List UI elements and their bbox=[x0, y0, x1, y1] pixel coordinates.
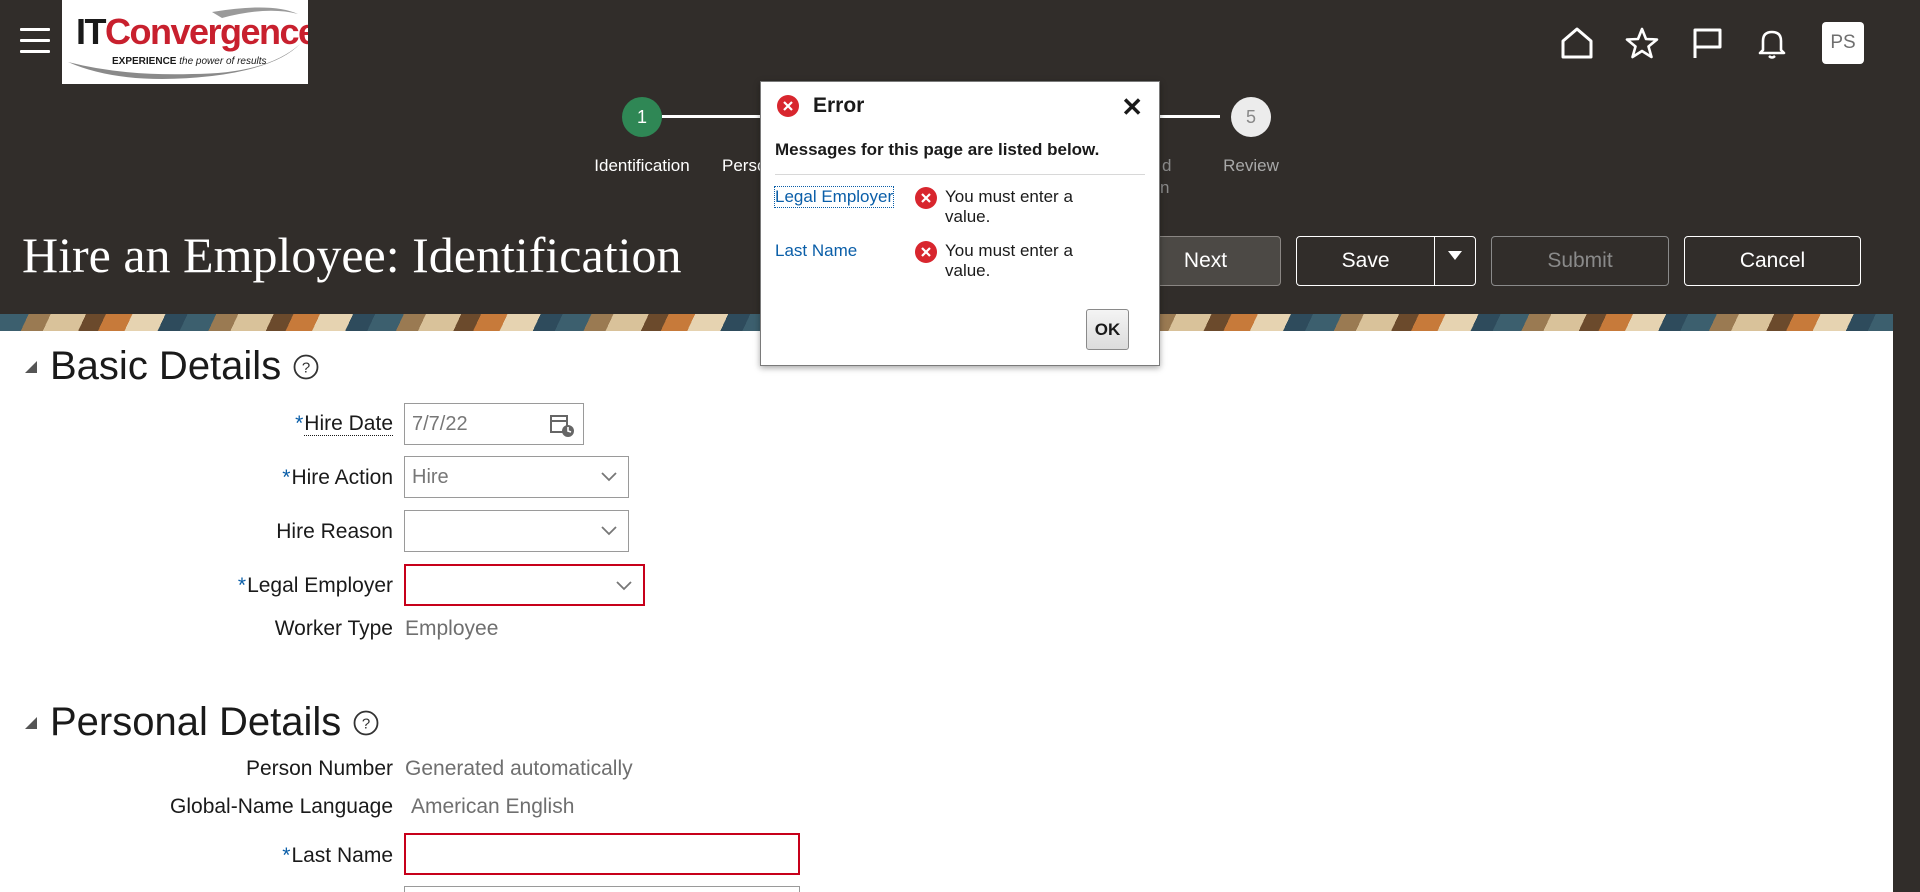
help-icon[interactable]: ? bbox=[293, 354, 319, 380]
global-name-language-label: Global-Name Language bbox=[170, 795, 393, 818]
train-step-5[interactable]: 5 bbox=[1231, 97, 1271, 137]
legal-employer-error-link[interactable]: Legal Employer bbox=[773, 186, 895, 208]
save-button[interactable]: Save bbox=[1297, 237, 1436, 285]
section-title: Basic Details bbox=[50, 344, 282, 388]
last-name-input[interactable] bbox=[404, 833, 800, 875]
error-dialog: Error ✕ Messages for this page are liste… bbox=[760, 81, 1160, 366]
last-name-label: *Last Name bbox=[282, 844, 393, 867]
close-icon[interactable]: ✕ bbox=[1121, 94, 1143, 120]
cancel-button[interactable]: Cancel bbox=[1684, 236, 1861, 286]
error-icon bbox=[915, 241, 937, 263]
error-message-text: You must enter a value. bbox=[945, 187, 1073, 226]
train-step-1[interactable]: 1 bbox=[622, 97, 662, 137]
collapse-triangle-icon[interactable] bbox=[24, 716, 38, 730]
page-title: Hire an Employee: Identification bbox=[22, 227, 682, 283]
calendar-icon[interactable] bbox=[549, 412, 575, 438]
home-icon[interactable] bbox=[1557, 23, 1597, 63]
help-icon[interactable]: ? bbox=[353, 710, 379, 736]
svg-text:?: ? bbox=[362, 715, 370, 732]
submit-button[interactable]: Submit bbox=[1491, 236, 1669, 286]
hire-date-field[interactable]: 7/7/22 bbox=[404, 403, 584, 445]
personal-details-header: Personal Details ? bbox=[24, 700, 379, 745]
train-step-label: Identification bbox=[594, 156, 690, 175]
basic-details-header: Basic Details ? bbox=[24, 344, 319, 389]
legal-employer-label: *Legal Employer bbox=[237, 574, 393, 597]
person-number-value: Generated automatically bbox=[405, 757, 633, 780]
logo-tagline: EXPERIENCE the power of results bbox=[112, 56, 267, 67]
hire-action-select[interactable]: Hire bbox=[404, 456, 629, 498]
company-logo[interactable]: ITConvergence EXPERIENCE the power of re… bbox=[62, 0, 308, 84]
first-name-input[interactable] bbox=[404, 886, 800, 892]
train-step-label: n bbox=[1160, 178, 1170, 197]
train-connector bbox=[662, 115, 762, 118]
ok-button[interactable]: OK bbox=[1086, 309, 1129, 350]
favorites-star-icon[interactable] bbox=[1622, 23, 1662, 63]
caret-down-icon bbox=[1448, 251, 1463, 260]
error-message-text: You must enter a value. bbox=[945, 241, 1073, 280]
global-icons: PS bbox=[1532, 22, 1864, 64]
train-step-label: Review bbox=[1223, 156, 1279, 175]
watchlist-flag-icon[interactable] bbox=[1687, 23, 1727, 63]
chevron-down-icon bbox=[590, 511, 628, 551]
hire-action-label: *Hire Action bbox=[282, 466, 393, 489]
navigator-menu-icon[interactable] bbox=[20, 28, 50, 54]
dialog-subtitle: Messages for this page are listed below. bbox=[775, 140, 1100, 159]
train-connector bbox=[1160, 115, 1220, 118]
app-window: ITConvergence EXPERIENCE the power of re… bbox=[0, 0, 1920, 892]
user-avatar[interactable]: PS bbox=[1822, 22, 1864, 64]
train-step-label: d bbox=[1162, 156, 1172, 175]
hire-date-label: *Hire Date bbox=[295, 412, 393, 436]
error-icon bbox=[777, 95, 799, 117]
chevron-down-icon bbox=[605, 566, 643, 606]
hire-reason-label: Hire Reason bbox=[276, 520, 393, 543]
divider bbox=[775, 174, 1145, 175]
svg-text:?: ? bbox=[302, 359, 310, 376]
global-name-language-value: American English bbox=[411, 795, 575, 818]
save-button-group: Save bbox=[1296, 236, 1476, 286]
worker-type-label: Worker Type bbox=[274, 617, 393, 640]
hire-reason-select[interactable] bbox=[404, 510, 629, 552]
page-edge bbox=[1893, 314, 1920, 892]
collapse-triangle-icon[interactable] bbox=[24, 360, 38, 374]
last-name-error-link[interactable]: Last Name bbox=[775, 241, 857, 261]
save-options-dropdown[interactable] bbox=[1435, 237, 1475, 285]
person-number-label: Person Number bbox=[245, 757, 393, 780]
dialog-title: Error bbox=[813, 94, 865, 117]
notifications-bell-icon[interactable] bbox=[1752, 23, 1792, 63]
error-icon bbox=[915, 187, 937, 209]
section-title: Personal Details bbox=[50, 700, 342, 744]
dialog-header: Error bbox=[777, 94, 864, 118]
worker-type-value: Employee bbox=[405, 617, 499, 640]
legal-employer-select[interactable] bbox=[404, 564, 645, 606]
chevron-down-icon bbox=[590, 457, 628, 497]
logo-wordmark: ITConvergence bbox=[76, 11, 308, 52]
